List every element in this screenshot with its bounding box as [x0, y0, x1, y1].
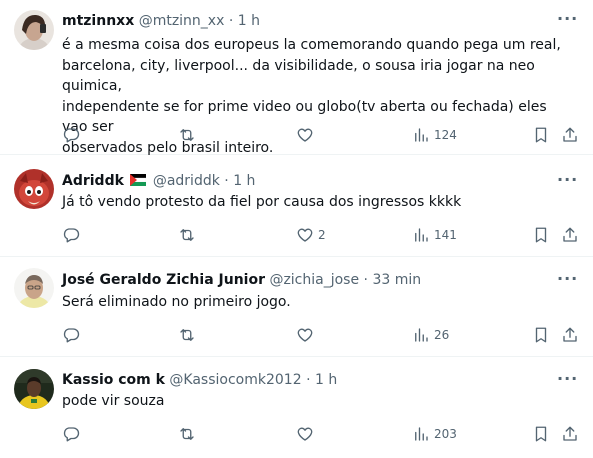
author-name[interactable]: Adriddk	[62, 173, 124, 189]
like-icon	[297, 328, 313, 342]
views-button[interactable]: 203	[412, 424, 457, 444]
avatar[interactable]	[14, 10, 54, 50]
views-button[interactable]: 141	[412, 225, 457, 245]
tweet[interactable]: Adriddk @adriddk · 1 h ··· Já tô vendo p…	[0, 155, 593, 257]
reply-button[interactable]	[62, 424, 80, 444]
views-count: 141	[434, 228, 457, 242]
like-count: 2	[318, 228, 326, 242]
separator: ·	[224, 173, 229, 189]
author-name[interactable]: José Geraldo Zichia Junior	[62, 272, 265, 288]
reply-icon	[63, 427, 80, 442]
bookmark-icon	[535, 227, 547, 243]
retweet-button[interactable]	[178, 424, 196, 444]
tweet-text: pode vir souza	[62, 391, 562, 412]
tweet-text-line: Já tô vendo protesto da fiel por causa d…	[62, 194, 462, 210]
share-button[interactable]	[561, 225, 579, 245]
like-icon	[297, 128, 313, 142]
retweet-icon	[180, 428, 194, 440]
timestamp[interactable]: 33 min	[372, 272, 421, 288]
author-handle[interactable]: @adriddk	[153, 173, 220, 189]
reply-icon	[63, 128, 80, 143]
bookmark-button[interactable]	[532, 325, 550, 345]
action-bar: 2 141	[0, 225, 593, 245]
retweet-icon	[180, 129, 194, 141]
tweet-text-line: é a mesma coisa dos europeus la comemora…	[62, 37, 561, 53]
views-icon	[415, 328, 428, 342]
like-button[interactable]: 2	[296, 225, 326, 245]
action-bar: 26	[0, 325, 593, 345]
reply-button[interactable]	[62, 225, 80, 245]
tweet-text: Já tô vendo protesto da fiel por causa d…	[62, 192, 562, 213]
action-bar: 203	[0, 424, 593, 444]
action-bar: 124	[0, 125, 593, 145]
views-button[interactable]: 124	[412, 125, 457, 145]
more-options-icon[interactable]: ···	[557, 271, 577, 292]
views-icon	[415, 128, 428, 142]
views-count: 124	[434, 128, 457, 142]
timestamp[interactable]: 1 h	[315, 372, 337, 388]
retweet-button[interactable]	[178, 125, 196, 145]
bookmark-button[interactable]	[532, 225, 550, 245]
tweet-text-line: Será eliminado no primeiro jogo.	[62, 294, 291, 310]
avatar[interactable]	[14, 268, 54, 308]
author-handle[interactable]: @zichia_jose	[269, 272, 359, 288]
palestine-flag-icon	[130, 173, 147, 186]
bookmark-icon	[535, 327, 547, 343]
avatar-image	[14, 10, 54, 50]
tweet-text: Será eliminado no primeiro jogo.	[62, 292, 562, 313]
views-icon	[415, 427, 428, 441]
avatar[interactable]	[14, 169, 54, 209]
author-handle[interactable]: @Kassiocomk2012	[169, 372, 301, 388]
more-options-icon[interactable]: ···	[557, 11, 577, 32]
more-options-icon[interactable]: ···	[557, 371, 577, 392]
tweet[interactable]: Kassio com k @Kassiocomk2012 · 1 h ··· p…	[0, 357, 593, 458]
retweet-button[interactable]	[178, 325, 196, 345]
reply-icon	[63, 328, 80, 343]
views-count: 26	[434, 328, 450, 342]
separator: ·	[228, 13, 234, 29]
timestamp[interactable]: 1 h	[238, 13, 260, 29]
bookmark-icon	[535, 127, 547, 143]
separator: ·	[363, 272, 368, 288]
share-button[interactable]	[561, 424, 579, 444]
reply-button[interactable]	[62, 125, 80, 145]
bookmark-button[interactable]	[532, 424, 550, 444]
bookmark-button[interactable]	[532, 125, 550, 145]
author-name[interactable]: Kassio com k	[62, 372, 165, 388]
views-button[interactable]: 26	[412, 325, 449, 345]
more-options-icon[interactable]: ···	[557, 172, 577, 193]
share-button[interactable]	[561, 125, 579, 145]
like-button[interactable]	[296, 424, 318, 444]
share-icon	[563, 327, 577, 342]
like-icon	[297, 427, 313, 441]
views-icon	[415, 228, 428, 242]
share-button[interactable]	[561, 325, 579, 345]
like-button[interactable]	[296, 125, 318, 145]
tweet[interactable]: mtzinnxx @mtzinn_xx · 1 h ··· é a mesma …	[0, 0, 593, 156]
bookmark-icon	[535, 426, 547, 442]
like-icon	[297, 228, 313, 242]
reply-icon	[63, 228, 80, 243]
timestamp[interactable]: 1 h	[233, 173, 255, 189]
share-icon	[563, 227, 577, 242]
avatar-image	[14, 268, 54, 308]
share-icon	[563, 426, 577, 441]
avatar[interactable]	[14, 369, 54, 409]
retweet-icon	[180, 329, 194, 341]
author-name[interactable]: mtzinnxx	[62, 13, 134, 29]
separator: ·	[306, 372, 311, 388]
tweet-text-line: barcelona, city, liverpool... da visibil…	[62, 57, 535, 95]
tweet-text-line: pode vir souza	[62, 393, 165, 409]
views-count: 203	[434, 427, 457, 441]
retweet-icon	[180, 229, 194, 241]
like-button[interactable]	[296, 325, 318, 345]
retweet-button[interactable]	[178, 225, 196, 245]
reply-button[interactable]	[62, 325, 80, 345]
avatar-image	[14, 369, 54, 409]
avatar-image	[14, 169, 54, 209]
author-handle[interactable]: @mtzinn_xx	[139, 13, 225, 29]
share-icon	[563, 127, 577, 142]
tweet[interactable]: José Geraldo Zichia Junior @zichia_jose …	[0, 257, 593, 357]
